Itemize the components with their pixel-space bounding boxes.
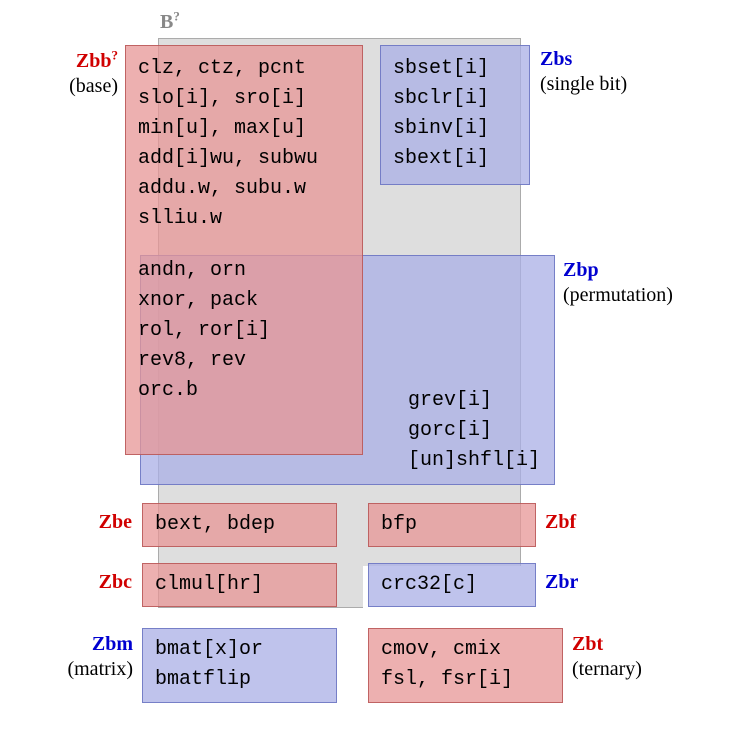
label-zbm: Zbm (matrix): [35, 632, 133, 682]
box-zbf: bfp: [368, 503, 536, 547]
zbb-line: slo[i], sro[i]: [138, 84, 350, 114]
zbp-line: gorc[i]: [408, 416, 540, 446]
label-zbt: Zbt (ternary): [572, 632, 642, 682]
zbt-line: fsl, fsr[i]: [381, 665, 550, 695]
zbb-line: add[i]wu, subwu: [138, 144, 350, 174]
label-zbe: Zbe: [60, 510, 132, 535]
label-zbs: Zbs (single bit): [540, 47, 627, 97]
title-B: B?: [160, 8, 180, 35]
zbb-line: addu.w, subu.w: [138, 174, 350, 204]
zbm-line: bmatflip: [155, 665, 324, 695]
diagram-canvas: { "title": { "name": "B", "sup": "?" }, …: [0, 0, 755, 735]
zbs-line: sbclr[i]: [393, 84, 517, 114]
zbb-shared-line: andn, orn: [138, 256, 350, 286]
zbp-line: [un]shfl[i]: [408, 446, 540, 476]
zbt-line: cmov, cmix: [381, 635, 550, 665]
zbb-line: min[u], max[u]: [138, 114, 350, 144]
zbs-line: sbset[i]: [393, 54, 517, 84]
zbm-line: bmat[x]or: [155, 635, 324, 665]
box-zbc: clmul[hr]: [142, 563, 337, 607]
label-zbf: Zbf: [545, 510, 576, 535]
box-zbm: bmat[x]or bmatflip: [142, 628, 337, 703]
box-zbr: crc32[c]: [368, 563, 536, 607]
zbf-line: bfp: [381, 510, 523, 540]
zbs-line: sbext[i]: [393, 144, 517, 174]
zbs-line: sbinv[i]: [393, 114, 517, 144]
zbe-line: bext, bdep: [155, 510, 324, 540]
box-zbb: clz, ctz, pcnt slo[i], sro[i] min[u], ma…: [125, 45, 363, 455]
zbb-shared-line: rol, ror[i]: [138, 316, 350, 346]
zbb-shared-line: rev8, rev: [138, 346, 350, 376]
label-zbc: Zbc: [60, 570, 132, 595]
zbc-line: clmul[hr]: [155, 570, 324, 600]
box-zbt: cmov, cmix fsl, fsr[i]: [368, 628, 563, 703]
zbb-shared-line: xnor, pack: [138, 286, 350, 316]
zbb-shared-line: orc.b: [138, 376, 350, 406]
zbp-line: grev[i]: [408, 386, 540, 416]
label-zbr: Zbr: [545, 570, 578, 595]
zbb-line: slliu.w: [138, 204, 350, 234]
label-zbp: Zbp (permutation): [563, 258, 673, 308]
label-zbb: Zbb? (base): [18, 47, 118, 99]
zbr-line: crc32[c]: [381, 570, 523, 600]
box-zbe: bext, bdep: [142, 503, 337, 547]
box-zbs: sbset[i] sbclr[i] sbinv[i] sbext[i]: [380, 45, 530, 185]
zbb-line: clz, ctz, pcnt: [138, 54, 350, 84]
